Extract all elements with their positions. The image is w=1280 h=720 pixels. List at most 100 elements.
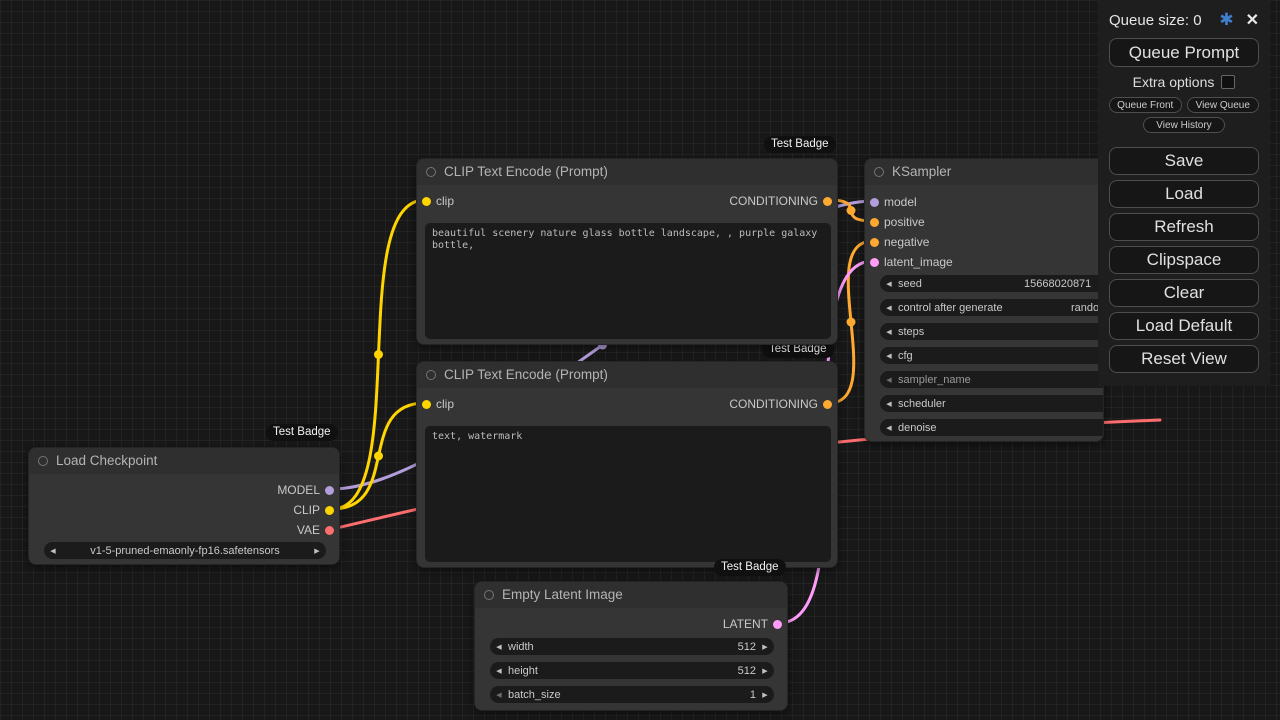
settings-gear-icon[interactable]: ✱ <box>1219 10 1233 30</box>
slot-label: clip <box>436 194 455 208</box>
slot-model-output: MODEL <box>277 482 339 498</box>
clip-input-dot[interactable] <box>422 400 431 409</box>
queue-prompt-button[interactable]: Queue Prompt <box>1109 38 1259 67</box>
slot-label: negative <box>884 235 930 249</box>
node-load-checkpoint[interactable]: Load Checkpoint MODEL CLIP VAE ◀ v1-5-pr… <box>28 447 340 565</box>
clip-output-dot[interactable] <box>325 506 334 515</box>
slot-label: CONDITIONING <box>729 194 818 208</box>
slot-label: positive <box>884 215 925 229</box>
vae-output-dot[interactable] <box>325 526 334 535</box>
positive-input-dot[interactable] <box>870 218 879 227</box>
widget-label: steps <box>898 325 925 338</box>
slot-label: CLIP <box>293 503 320 517</box>
decrement-arrow-icon[interactable]: ◀ <box>880 328 898 336</box>
widget-label: sampler_name <box>898 373 971 386</box>
slot-model-input: model <box>865 194 917 210</box>
slot-label: model <box>884 195 917 209</box>
refresh-button[interactable]: Refresh <box>1109 213 1259 241</box>
latent-output-dot[interactable] <box>773 620 782 629</box>
increment-arrow-icon[interactable]: ▶ <box>756 643 774 651</box>
link-midpoint-dot[interactable] <box>846 317 856 327</box>
prompt-textarea[interactable]: beautiful scenery nature glass bottle la… <box>425 223 831 339</box>
node-clip-text-encode-negative[interactable]: CLIP Text Encode (Prompt) clip CONDITION… <box>416 361 838 568</box>
link-midpoint-dot[interactable] <box>374 350 383 359</box>
node-ksampler[interactable]: KSampler model positive negative latent_… <box>864 158 1104 442</box>
negative-input-dot[interactable] <box>870 238 879 247</box>
clip-input-dot[interactable] <box>422 197 431 206</box>
queue-front-button[interactable]: Queue Front <box>1109 97 1182 113</box>
clear-button[interactable]: Clear <box>1109 279 1259 307</box>
collapse-dot-icon[interactable] <box>484 590 494 600</box>
load-button[interactable]: Load <box>1109 180 1259 208</box>
link-midpoint-dot[interactable] <box>846 206 856 215</box>
scheduler-widget[interactable]: ◀ scheduler <box>880 395 1103 412</box>
width-widget[interactable]: ◀ width 512 ▶ <box>490 638 774 655</box>
decrement-arrow-icon[interactable]: ◀ <box>880 352 898 360</box>
node-title: Load Checkpoint <box>29 448 339 474</box>
widget-label: control after generate <box>898 301 1003 314</box>
widget-value: 15668020871 <box>1024 277 1092 290</box>
close-icon[interactable]: ✕ <box>1246 10 1259 30</box>
increment-arrow-icon[interactable]: ▶ <box>756 667 774 675</box>
node-empty-latent-image[interactable]: Empty Latent Image LATENT ◀ width 512 ▶ … <box>474 581 788 711</box>
widget-label: scheduler <box>898 397 946 410</box>
collapse-dot-icon[interactable] <box>38 456 48 466</box>
decrement-arrow-icon[interactable]: ◀ <box>880 376 898 384</box>
decrement-arrow-icon[interactable]: ◀ <box>490 643 508 651</box>
denoise-widget[interactable]: ◀ denoise <box>880 419 1103 436</box>
save-button[interactable]: Save <box>1109 147 1259 175</box>
conditioning-output-dot[interactable] <box>823 197 832 206</box>
model-output-dot[interactable] <box>325 486 334 495</box>
slot-negative-input: negative <box>865 234 929 250</box>
view-history-button[interactable]: View History <box>1143 117 1225 133</box>
slot-positive-input: positive <box>865 214 925 230</box>
clipspace-button[interactable]: Clipspace <box>1109 246 1259 274</box>
node-clip-text-encode-positive[interactable]: CLIP Text Encode (Prompt) clip CONDITION… <box>416 158 838 345</box>
slot-label: latent_image <box>884 255 953 269</box>
decrement-arrow-icon[interactable]: ◀ <box>880 304 898 312</box>
node-badge: Test Badge <box>714 559 786 576</box>
sampler-name-widget[interactable]: ◀ sampler_name <box>880 371 1103 388</box>
increment-arrow-icon[interactable]: ▶ <box>756 691 774 699</box>
ckpt-name-widget[interactable]: ◀ v1-5-pruned-emaonly-fp16.safetensors ▶ <box>44 542 326 559</box>
seed-widget[interactable]: ◀ seed 15668020871 ▶ <box>880 275 1103 292</box>
next-arrow-icon[interactable]: ▶ <box>308 547 326 555</box>
ckpt-name-value: v1-5-pruned-emaonly-fp16.safetensors <box>90 544 280 557</box>
link-midpoint-dot[interactable] <box>374 451 383 461</box>
model-input-dot[interactable] <box>870 198 879 207</box>
slot-label: VAE <box>296 523 320 537</box>
decrement-arrow-icon[interactable]: ◀ <box>880 280 898 288</box>
widget-label: seed <box>898 277 922 290</box>
conditioning-output-dot[interactable] <box>823 400 832 409</box>
reset-view-button[interactable]: Reset View <box>1109 345 1259 373</box>
widget-value: 512 <box>737 664 756 677</box>
slot-clip-output: CLIP <box>293 502 339 518</box>
slot-latent-output: LATENT <box>723 616 787 632</box>
widget-label: denoise <box>898 421 937 434</box>
cfg-widget[interactable]: ◀ cfg <box>880 347 1103 364</box>
height-widget[interactable]: ◀ height 512 ▶ <box>490 662 774 679</box>
slot-label: clip <box>436 397 455 411</box>
control-after-generate-widget[interactable]: ◀ control after generate randomize ▶ <box>880 299 1103 316</box>
collapse-dot-icon[interactable] <box>426 370 436 380</box>
decrement-arrow-icon[interactable]: ◀ <box>880 400 898 408</box>
decrement-arrow-icon[interactable]: ◀ <box>490 667 508 675</box>
decrement-arrow-icon[interactable]: ◀ <box>490 691 508 699</box>
queue-size-label: Queue size: 0 <box>1109 11 1202 29</box>
decrement-arrow-icon[interactable]: ◀ <box>880 424 898 432</box>
latent-input-dot[interactable] <box>870 258 879 267</box>
prev-arrow-icon[interactable]: ◀ <box>44 547 62 555</box>
load-default-button[interactable]: Load Default <box>1109 312 1259 340</box>
batch-size-widget[interactable]: ◀ batch_size 1 ▶ <box>490 686 774 703</box>
prompt-textarea[interactable]: text, watermark <box>425 426 831 562</box>
widget-label: width <box>508 640 534 653</box>
collapse-dot-icon[interactable] <box>874 167 884 177</box>
view-queue-button[interactable]: View Queue <box>1186 97 1259 113</box>
node-badge: Test Badge <box>266 424 338 441</box>
steps-widget[interactable]: ◀ steps <box>880 323 1103 340</box>
widget-label: height <box>508 664 538 677</box>
extra-options-checkbox[interactable] <box>1221 75 1236 89</box>
slot-latent-image-input: latent_image <box>865 254 953 270</box>
collapse-dot-icon[interactable] <box>426 167 436 177</box>
slot-clip-input: clip <box>417 193 454 209</box>
